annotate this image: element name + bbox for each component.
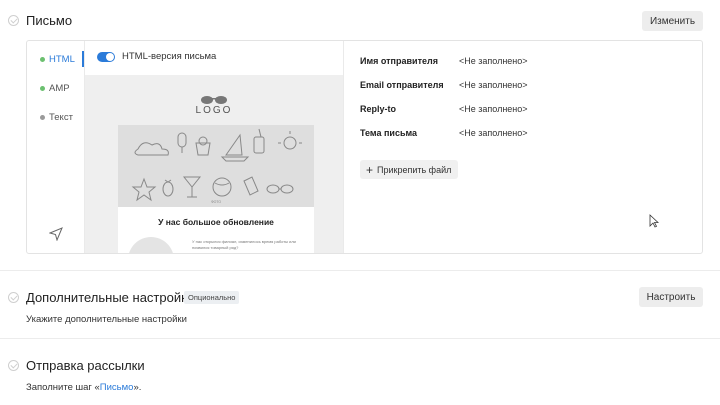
send-section-title: Отправка рассылки bbox=[26, 358, 145, 373]
mouse-cursor-icon bbox=[649, 214, 659, 228]
letter-card: HTML AMP Текст HTML-версия письма LOGO Ф… bbox=[26, 40, 703, 254]
configure-button[interactable]: Настроить bbox=[639, 287, 703, 307]
field-label: Имя отправителя bbox=[360, 56, 438, 66]
section-divider bbox=[0, 270, 720, 271]
field-value: <Не заполнено> bbox=[459, 128, 528, 138]
send-hint-suffix: ». bbox=[133, 382, 142, 393]
preview-logo-text: LOGO bbox=[195, 105, 233, 116]
email-preview: HTML-версия письма LOGO ФОТО У нас больш… bbox=[84, 41, 344, 253]
attach-file-button[interactable]: + Прикрепить файл bbox=[360, 160, 458, 179]
sender-fields: Имя отправителя <Не заполнено> Email отп… bbox=[360, 41, 690, 253]
field-value: <Не заполнено> bbox=[459, 104, 528, 114]
html-version-label: HTML-версия письма bbox=[122, 51, 217, 62]
field-label: Тема письма bbox=[360, 128, 418, 138]
section-divider bbox=[0, 338, 720, 339]
preview-body: У нас большое обновление У нас открылся … bbox=[118, 207, 314, 253]
format-tab-label: Текст bbox=[49, 112, 73, 123]
format-tab-html[interactable]: HTML bbox=[40, 54, 75, 65]
extra-settings-check-icon bbox=[8, 292, 19, 303]
send-section-hint: Заполните шаг «Письмо». bbox=[26, 382, 141, 393]
field-label: Reply-to bbox=[360, 104, 396, 114]
format-status-dot bbox=[40, 86, 45, 91]
format-tab-text[interactable]: Текст bbox=[40, 112, 73, 123]
format-list: HTML AMP Текст bbox=[27, 41, 84, 253]
field-value: <Не заполнено> bbox=[459, 56, 528, 66]
preview-image-placeholder bbox=[128, 237, 174, 253]
extra-settings-title: Дополнительные настройки bbox=[26, 290, 195, 305]
letter-step-check-icon bbox=[8, 15, 19, 26]
format-status-dot bbox=[40, 57, 45, 62]
attach-file-label: Прикрепить файл bbox=[377, 164, 452, 175]
field-label: Email отправителя bbox=[360, 80, 444, 90]
format-status-dot bbox=[40, 115, 45, 120]
preview-body-text: У нас открылся филиал, изменилось время … bbox=[192, 239, 296, 250]
preview-hero-caption: ФОТО bbox=[210, 200, 222, 204]
format-tab-label: AMP bbox=[49, 83, 70, 94]
send-hint-prefix: Заполните шаг « bbox=[26, 382, 100, 393]
letter-section-title: Письмо bbox=[26, 13, 73, 28]
preview-heading: У нас большое обновление bbox=[158, 217, 274, 227]
send-step-check-icon bbox=[8, 360, 19, 371]
send-test-icon[interactable] bbox=[49, 227, 63, 241]
html-version-toggle[interactable] bbox=[97, 52, 115, 62]
format-tab-amp[interactable]: AMP bbox=[40, 83, 70, 94]
preview-hero-image: ФОТО bbox=[118, 125, 314, 207]
summer-doodles-illustration bbox=[131, 128, 302, 202]
plus-icon: + bbox=[366, 162, 374, 177]
sunglasses-icon bbox=[201, 96, 227, 104]
letter-step-link[interactable]: Письмо bbox=[100, 382, 134, 393]
optional-badge: Опционально bbox=[184, 291, 240, 304]
field-value: <Не заполнено> bbox=[459, 80, 528, 90]
format-tab-label: HTML bbox=[49, 54, 75, 65]
email-preview-canvas[interactable]: LOGO ФОТО У нас большое обновление У нас… bbox=[85, 75, 343, 253]
extra-settings-description: Укажите дополнительные настройки bbox=[26, 314, 187, 325]
edit-letter-button[interactable]: Изменить bbox=[642, 11, 703, 31]
preview-logo: LOGO bbox=[85, 95, 343, 116]
